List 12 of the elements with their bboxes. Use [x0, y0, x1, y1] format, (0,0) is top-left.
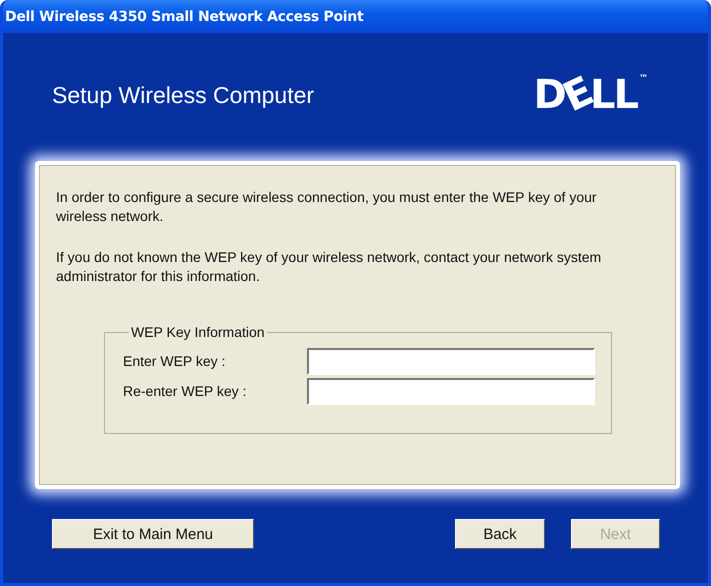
- window-title: Dell Wireless 4350 Small Network Access Point: [5, 8, 364, 24]
- instruction-text: If you do not known the WEP key of your wireless network, contact your network system administrator for this information.: [56, 248, 602, 286]
- page-heading: Setup Wireless Computer: [52, 82, 314, 108]
- logo: DELL$^{™}$: [533, 75, 648, 115]
- wizard-button[interactable]: Back: [455, 519, 545, 549]
- input-field[interactable]: [307, 378, 595, 404]
- instruction-text: In order to configure a secure wireless connection, you must enter the WEP key of your wireless network.: [56, 188, 598, 226]
- input-field[interactable]: [307, 348, 595, 374]
- field-label: Re-enter WEP key :: [123, 383, 248, 399]
- group-legend: WEP Key Information: [129, 324, 267, 340]
- wizard-button[interactable]: Exit to Main Menu: [52, 519, 254, 549]
- field-label: Enter WEP key :: [123, 353, 226, 369]
